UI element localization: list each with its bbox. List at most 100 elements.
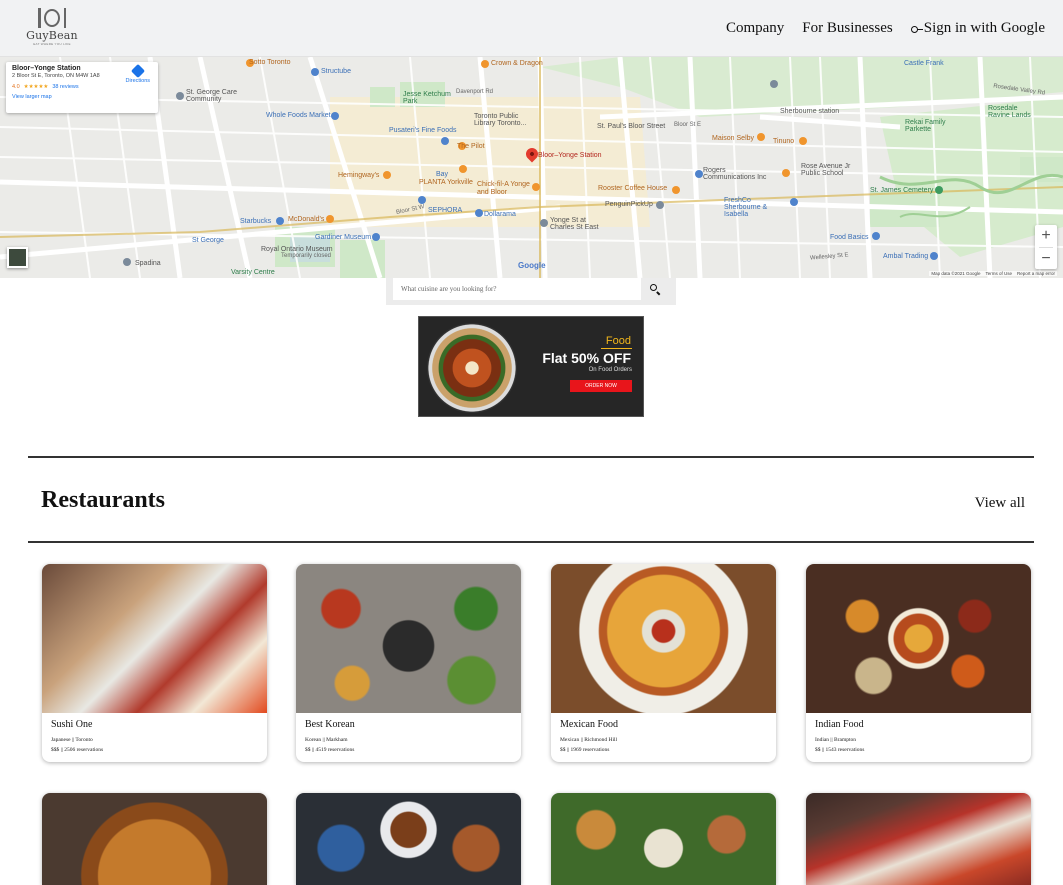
map-label-rooster[interactable]: Rooster Coffee House (598, 185, 667, 192)
map-label-sherbourne[interactable]: Sherbourne station (780, 108, 839, 115)
grocery-icon (790, 198, 798, 206)
signin-google-link[interactable]: Sign in with Google (910, 20, 1045, 37)
restaurant-price-reservations: $$ || 1969 reservations (560, 747, 610, 753)
search-button[interactable] (644, 280, 666, 298)
nav-company-link[interactable]: Company (726, 20, 784, 37)
map-label-castle-frank[interactable]: Castle Frank (904, 60, 944, 67)
signin-label: Sign in with Google (923, 20, 1045, 36)
restaurant-price-reservations: $$ || 1543 reservations (815, 747, 865, 753)
map-label-st-george[interactable]: St George (192, 237, 224, 244)
header: GuyBean EAT WHERE YOU LIKE Company For B… (0, 0, 1063, 57)
restaurant-card[interactable] (42, 793, 267, 885)
map-label-st-pauls[interactable]: St. Paul's Bloor Street (597, 123, 665, 130)
food-dish-image (427, 323, 517, 413)
map-label-freshco[interactable]: FreshCo Sherbourne & Isabella (724, 197, 789, 218)
report-link[interactable]: Report a map error (1017, 271, 1055, 276)
map-label-tinuno[interactable]: Tinuno (773, 138, 794, 145)
restaurant-card[interactable] (551, 793, 776, 885)
cuisine-search-input[interactable] (393, 278, 641, 300)
zoom-out-button[interactable]: − (1035, 248, 1057, 270)
map[interactable]: Sotto Toronto Structube Crown & Dragon R… (0, 57, 1063, 278)
map-label-starbucks[interactable]: Starbucks (240, 218, 271, 225)
restaurant-name: Mexican Food (560, 719, 619, 730)
transit-icon (540, 219, 548, 227)
google-logo: Google (518, 261, 546, 270)
restaurant-image (42, 564, 267, 713)
map-label-st-james[interactable]: St. James Cemetery (870, 187, 933, 194)
restaurant-card[interactable] (296, 793, 521, 885)
map-label-hemingway[interactable]: Hemingway's (338, 172, 379, 179)
rating-value: 4.0 (12, 84, 20, 90)
restaurant-card[interactable] (806, 793, 1031, 885)
map-label-chickfila[interactable]: Chick-fil-A Yonge and Bloor (477, 181, 532, 197)
shopping-icon (475, 209, 483, 217)
map-label-bay[interactable]: Bay (436, 171, 448, 178)
restaurant-image (296, 793, 521, 885)
map-label-sotto[interactable]: Sotto Toronto (249, 59, 291, 66)
map-label-gardiner[interactable]: Gardiner Museum (315, 234, 371, 241)
map-label-food-basics[interactable]: Food Basics (830, 234, 869, 241)
map-label-ambal[interactable]: Ambal Trading (883, 253, 928, 260)
map-label-dollarama[interactable]: Dollarama (484, 211, 516, 218)
restaurant-icon (757, 133, 765, 141)
map-label-crown[interactable]: Crown & Dragon (491, 60, 543, 67)
view-larger-map-link[interactable]: View larger map (12, 94, 152, 100)
map-label-library[interactable]: Toronto Public Library Toronto... (474, 113, 534, 127)
pub-icon (481, 60, 489, 68)
promo-underline (601, 348, 632, 349)
map-label-rosedale-family[interactable]: Rosedale Ravine Lands (988, 105, 1038, 119)
map-canvas (0, 57, 1063, 278)
search-icon (650, 284, 657, 291)
section-title: Restaurants (41, 487, 165, 513)
restaurant-card[interactable]: Mexican Food Mexican || Richmond Hill $$… (551, 564, 776, 762)
reviews-link[interactable]: 38 reviews (52, 84, 78, 90)
restaurant-image (806, 793, 1031, 885)
plate-logo-icon (37, 8, 67, 28)
zoom-in-button[interactable]: + (1035, 225, 1057, 247)
map-label-structube[interactable]: Structube (321, 68, 351, 75)
nav-businesses-link[interactable]: For Businesses (802, 20, 892, 37)
map-label-maison[interactable]: Maison Selby (712, 135, 754, 142)
map-marker-label[interactable]: Bloor–Yonge Station (538, 152, 602, 159)
map-label-spadina[interactable]: Spadina (135, 260, 161, 267)
restaurant-card[interactable]: Indian Food Indian || Brampton $$ || 154… (806, 564, 1031, 762)
map-label-pusateri[interactable]: Pusateri's Fine Foods (389, 127, 456, 134)
cafe-icon (276, 217, 284, 225)
map-label-wholefoods[interactable]: Whole Foods Market (266, 112, 331, 119)
map-label-sephora[interactable]: SEPHORA (428, 207, 462, 214)
directions-label: Directions (125, 78, 150, 84)
restaurant-image (551, 793, 776, 885)
map-label-pilot[interactable]: The Pilot (457, 143, 485, 150)
map-label-varsity[interactable]: Varsity Centre (231, 269, 275, 276)
zoom-controls: + − (1035, 225, 1057, 269)
order-now-button[interactable]: ORDER NOW (570, 380, 632, 392)
logo-name: GuyBean (26, 29, 78, 42)
cafe-icon (672, 186, 680, 194)
section-divider-bottom (28, 541, 1034, 543)
restaurant-image (551, 564, 776, 713)
map-label-penguin[interactable]: PenguinPickUp (605, 201, 653, 208)
school-icon (782, 169, 790, 177)
terms-link[interactable]: Terms of Use (985, 271, 1012, 276)
map-label-rogers[interactable]: Rogers Communications Inc (703, 167, 773, 181)
map-label-planta[interactable]: PLANTA Yorkville (419, 179, 473, 186)
map-label-mcdonalds[interactable]: McDonald's (288, 216, 324, 223)
directions-button[interactable]: Directions (125, 63, 150, 84)
map-label-yonge-charles[interactable]: Yonge St at Charles St East (550, 217, 600, 231)
view-all-link[interactable]: View all (975, 495, 1025, 512)
map-label-rekai[interactable]: Rekai Family Parkette (905, 119, 949, 133)
map-layers-button[interactable] (7, 247, 28, 268)
restaurant-card[interactable]: Sushi One Japanese || Toronto $$$ || 250… (42, 564, 267, 762)
restaurant-cuisine-location: Korean || Markham (305, 737, 348, 743)
map-label-rose-avenue[interactable]: Rose Avenue Jr Public School (801, 163, 861, 177)
promo-banner[interactable]: Food Flat 50% OFF On Food Orders ORDER N… (418, 316, 644, 417)
shopping-icon (930, 252, 938, 260)
restaurant-icon (326, 215, 334, 223)
map-label-davenport: Davenport Rd (456, 89, 494, 95)
restaurant-card[interactable]: Best Korean Korean || Markham $$ || 4519… (296, 564, 521, 762)
map-label-george-care[interactable]: St. George Care Community (186, 89, 246, 103)
logo[interactable]: GuyBean EAT WHERE YOU LIKE (26, 8, 78, 50)
map-label-rom[interactable]: Royal Ontario Museum (261, 246, 333, 253)
map-label-jesse[interactable]: Jesse Ketchum Park (403, 91, 453, 105)
restaurant-icon (459, 165, 467, 173)
